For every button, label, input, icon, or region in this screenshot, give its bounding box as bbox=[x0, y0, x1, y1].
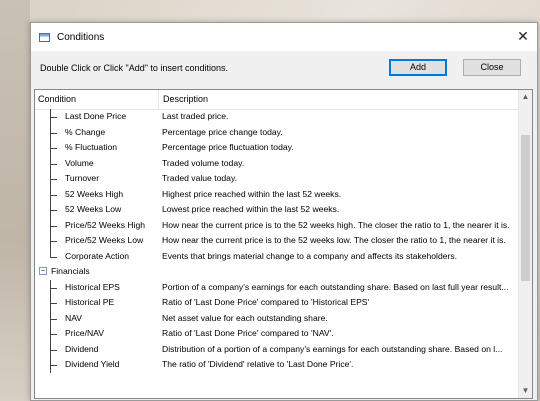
column-header-description[interactable]: Description bbox=[159, 90, 519, 109]
conditions-dialog: Conditions ✕ Double Click or Click "Add"… bbox=[30, 22, 538, 401]
condition-name: Last Done Price bbox=[65, 111, 127, 121]
condition-name: % Fluctuation bbox=[65, 142, 118, 152]
scrollbar-thumb[interactable] bbox=[521, 135, 530, 281]
tree-line bbox=[50, 248, 51, 257]
condition-description: Ratio of 'Last Done Price' compared to '… bbox=[162, 297, 370, 307]
table-row[interactable]: Price/NAV Ratio of 'Last Done Price' comp… bbox=[35, 326, 519, 342]
title-bar: Conditions ✕ bbox=[31, 23, 537, 51]
condition-description: Last traded price. bbox=[162, 111, 229, 121]
condition-description: The ratio of 'Dividend' relative to 'Las… bbox=[162, 359, 354, 369]
tree-branch bbox=[50, 194, 57, 196]
condition-name: Dividend Yield bbox=[65, 359, 120, 369]
table-row[interactable]: Corporate Action Events that brings mater… bbox=[35, 248, 519, 265]
condition-name: Price/52 Weeks High bbox=[65, 219, 146, 230]
condition-description: Lowest price reached within the last 52 … bbox=[162, 204, 340, 214]
table-row[interactable]: Dividend Yield The ratio of 'Dividend' re… bbox=[35, 357, 519, 373]
tree-branch bbox=[50, 349, 57, 351]
table-row[interactable]: NAV Net asset value for each outstanding … bbox=[35, 310, 519, 326]
condition-description: Percentage price change today. bbox=[162, 126, 283, 137]
tree-branch bbox=[50, 334, 57, 335]
table-row[interactable]: % Fluctuation Percentage price fluctuatio… bbox=[35, 140, 519, 156]
window-icon bbox=[39, 32, 50, 42]
tree-branch bbox=[50, 318, 57, 320]
table-row[interactable]: Last Done Price Last traded price. bbox=[35, 109, 519, 125]
table-row[interactable]: Price/52 Weeks Low How near the current p… bbox=[35, 233, 519, 249]
collapse-icon[interactable]: − bbox=[39, 267, 47, 275]
condition-description: Net asset value for each outstanding sha… bbox=[162, 312, 328, 323]
tree-branch bbox=[50, 303, 57, 304]
tree-branch bbox=[50, 179, 57, 180]
condition-name: Turnover bbox=[65, 173, 100, 183]
table-row[interactable]: Historical EPS Portion of a company's ear… bbox=[35, 279, 519, 295]
condition-description: Events that brings material change to a … bbox=[162, 250, 458, 261]
instruction-text: Double Click or Click "Add" to insert co… bbox=[40, 63, 228, 73]
conditions-table: Condition Description Last Done Price Las… bbox=[34, 89, 533, 399]
condition-name: 52 Weeks Low bbox=[65, 204, 122, 214]
condition-name: Historical EPS bbox=[65, 281, 120, 292]
scroll-down-icon[interactable]: ▼ bbox=[519, 384, 532, 398]
condition-description: Traded volume today. bbox=[162, 157, 245, 168]
tree-branch bbox=[50, 132, 57, 134]
condition-description: Distribution of a portion of a company's… bbox=[162, 343, 503, 354]
condition-description: Ratio of 'Last Done Price' compared to '… bbox=[162, 328, 334, 338]
condition-name: NAV bbox=[65, 312, 83, 323]
table-row[interactable]: Historical PE Ratio of 'Last Done Price' … bbox=[35, 295, 519, 311]
condition-name: Volume bbox=[65, 157, 94, 168]
close-button[interactable]: Close bbox=[463, 59, 521, 76]
tree-branch bbox=[50, 163, 57, 165]
condition-name: Corporate Action bbox=[65, 250, 130, 261]
condition-name: Price/NAV bbox=[65, 328, 104, 338]
table-row[interactable]: 52 Weeks Low Lowest price reached within … bbox=[35, 202, 519, 218]
background-panel bbox=[0, 0, 30, 401]
table-row[interactable]: Turnover Traded value today. bbox=[35, 171, 519, 187]
close-icon[interactable]: ✕ bbox=[515, 28, 531, 44]
condition-name: Price/52 Weeks Low bbox=[65, 235, 144, 245]
tree-branch bbox=[50, 287, 57, 289]
condition-description: How near the current price is to the 52 … bbox=[162, 235, 506, 245]
table-row[interactable]: Volume Traded volume today. bbox=[35, 155, 519, 171]
condition-name: 52 Weeks High bbox=[65, 188, 124, 199]
window-title: Conditions bbox=[57, 31, 105, 43]
table-body: Last Done Price Last traded price. % Chan… bbox=[35, 109, 519, 373]
tree-branch bbox=[50, 117, 57, 118]
condition-description: Percentage price fluctuation today. bbox=[162, 142, 294, 152]
tree-branch bbox=[50, 241, 57, 242]
column-header-condition[interactable]: Condition bbox=[35, 90, 159, 109]
tree-branch bbox=[50, 365, 57, 366]
condition-name: Historical PE bbox=[65, 297, 115, 307]
table-header: Condition Description bbox=[35, 90, 519, 110]
table-row[interactable]: Price/52 Weeks High How near the current … bbox=[35, 217, 519, 233]
tree-branch bbox=[50, 256, 57, 258]
tree-branch bbox=[50, 210, 57, 211]
condition-name: Dividend bbox=[65, 343, 99, 354]
add-button[interactable]: Add bbox=[389, 59, 447, 76]
table-row[interactable]: Dividend Distribution of a portion of a c… bbox=[35, 341, 519, 357]
table-row[interactable]: % Change Percentage price change today. bbox=[35, 124, 519, 140]
condition-description: How near the current price is to the 52 … bbox=[162, 219, 510, 230]
tree-branch bbox=[50, 225, 57, 227]
group-row-financials[interactable]: − Financials bbox=[35, 264, 519, 280]
condition-name: % Change bbox=[65, 126, 106, 137]
table-row[interactable]: 52 Weeks High Highest price reached withi… bbox=[35, 186, 519, 202]
condition-description: Portion of a company's earnings for each… bbox=[162, 281, 509, 292]
group-label: Financials bbox=[51, 266, 90, 276]
tree-branch bbox=[50, 148, 57, 149]
condition-description: Traded value today. bbox=[162, 173, 238, 183]
condition-description: Highest price reached within the last 52… bbox=[162, 188, 342, 199]
vertical-scrollbar[interactable]: ▲ ▼ bbox=[518, 90, 532, 398]
scroll-up-icon[interactable]: ▲ bbox=[519, 90, 532, 104]
